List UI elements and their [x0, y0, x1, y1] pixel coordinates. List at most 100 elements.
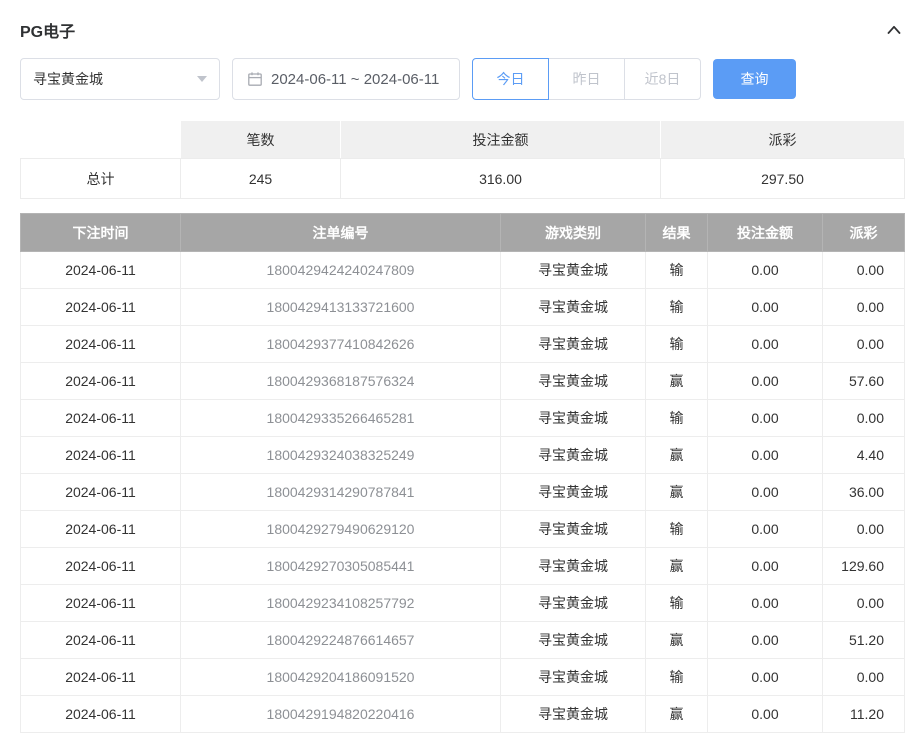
payout-cell: 0.00	[823, 252, 905, 289]
result-cell: 输	[646, 585, 708, 622]
today-button[interactable]: 今日	[472, 58, 549, 100]
bet-amount-cell: 0.00	[708, 252, 823, 289]
order-number-cell: 1800429224876614657	[181, 622, 501, 659]
table-row: 2024-06-111800429413133721600寻宝黄金城输0.000…	[21, 289, 905, 326]
pg-games-panel: PG电子 寻宝黄金城 2024-06-11 ~ 2024-06-11	[0, 0, 924, 733]
table-row: 2024-06-111800429424240247809寻宝黄金城输0.000…	[21, 252, 905, 289]
order-number-cell: 1800429413133721600	[181, 289, 501, 326]
bet-time-cell: 2024-06-11	[21, 696, 181, 733]
bet-amount-cell: 0.00	[708, 659, 823, 696]
summary-count-value: 245	[181, 159, 341, 199]
bet-amount-cell: 0.00	[708, 437, 823, 474]
game-select-value: 寻宝黄金城	[33, 69, 103, 89]
order-number-cell: 1800429424240247809	[181, 252, 501, 289]
bet-time-cell: 2024-06-11	[21, 437, 181, 474]
order-number-cell: 1800429335266465281	[181, 400, 501, 437]
order-number-cell: 1800429324038325249	[181, 437, 501, 474]
chevron-up-icon[interactable]	[884, 20, 904, 40]
records-body: 2024-06-111800429424240247809寻宝黄金城输0.000…	[21, 252, 905, 733]
game-category-cell: 寻宝黄金城	[501, 363, 646, 400]
game-category-cell: 寻宝黄金城	[501, 252, 646, 289]
table-row: 2024-06-111800429224876614657寻宝黄金城赢0.005…	[21, 622, 905, 659]
order-number-cell: 1800429270305085441	[181, 548, 501, 585]
table-row: 2024-06-111800429377410842626寻宝黄金城输0.000…	[21, 326, 905, 363]
bet-time-cell: 2024-06-11	[21, 326, 181, 363]
game-category-cell: 寻宝黄金城	[501, 659, 646, 696]
filter-bar: 寻宝黄金城 2024-06-11 ~ 2024-06-11 今日 昨日 近8日 …	[20, 58, 904, 100]
query-button[interactable]: 查询	[713, 59, 796, 99]
col-header-bet-amount: 投注金额	[708, 214, 823, 252]
quick-range-group: 今日 昨日 近8日	[472, 58, 701, 100]
game-category-cell: 寻宝黄金城	[501, 289, 646, 326]
result-cell: 输	[646, 252, 708, 289]
result-cell: 输	[646, 659, 708, 696]
table-row: 2024-06-111800429324038325249寻宝黄金城赢0.004…	[21, 437, 905, 474]
result-cell: 输	[646, 511, 708, 548]
payout-cell: 4.40	[823, 437, 905, 474]
bet-amount-cell: 0.00	[708, 474, 823, 511]
summary-bet-amount-value: 316.00	[341, 159, 661, 199]
payout-cell: 36.00	[823, 474, 905, 511]
summary-payout-value: 297.50	[661, 159, 905, 199]
date-range-input[interactable]: 2024-06-11 ~ 2024-06-11	[232, 58, 460, 100]
game-category-cell: 寻宝黄金城	[501, 400, 646, 437]
payout-cell: 0.00	[823, 400, 905, 437]
summary-header-blank	[21, 121, 181, 159]
bet-amount-cell: 0.00	[708, 511, 823, 548]
bet-amount-cell: 0.00	[708, 548, 823, 585]
payout-cell: 0.00	[823, 585, 905, 622]
table-row: 2024-06-111800429335266465281寻宝黄金城输0.000…	[21, 400, 905, 437]
payout-cell: 11.20	[823, 696, 905, 733]
result-cell: 赢	[646, 622, 708, 659]
payout-cell: 0.00	[823, 511, 905, 548]
bet-time-cell: 2024-06-11	[21, 400, 181, 437]
summary-header-row: 笔数 投注金额 派彩	[21, 121, 905, 159]
table-row: 2024-06-111800429234108257792寻宝黄金城输0.000…	[21, 585, 905, 622]
bet-time-cell: 2024-06-11	[21, 511, 181, 548]
order-number-cell: 1800429368187576324	[181, 363, 501, 400]
table-row: 2024-06-111800429270305085441寻宝黄金城赢0.001…	[21, 548, 905, 585]
bet-amount-cell: 0.00	[708, 696, 823, 733]
table-row: 2024-06-111800429314290787841寻宝黄金城赢0.003…	[21, 474, 905, 511]
result-cell: 赢	[646, 696, 708, 733]
bet-time-cell: 2024-06-11	[21, 659, 181, 696]
bet-time-cell: 2024-06-11	[21, 622, 181, 659]
game-category-cell: 寻宝黄金城	[501, 437, 646, 474]
result-cell: 赢	[646, 363, 708, 400]
game-category-cell: 寻宝黄金城	[501, 511, 646, 548]
game-category-cell: 寻宝黄金城	[501, 622, 646, 659]
bet-time-cell: 2024-06-11	[21, 363, 181, 400]
col-header-payout: 派彩	[823, 214, 905, 252]
order-number-cell: 1800429314290787841	[181, 474, 501, 511]
bet-records-table: 下注时间 注单编号 游戏类别 结果 投注金额 派彩 2024-06-111800…	[20, 213, 905, 733]
order-number-cell: 1800429204186091520	[181, 659, 501, 696]
bet-time-cell: 2024-06-11	[21, 474, 181, 511]
table-row: 2024-06-111800429194820220416寻宝黄金城赢0.001…	[21, 696, 905, 733]
bet-amount-cell: 0.00	[708, 326, 823, 363]
game-category-cell: 寻宝黄金城	[501, 474, 646, 511]
bet-amount-cell: 0.00	[708, 400, 823, 437]
bet-time-cell: 2024-06-11	[21, 289, 181, 326]
yesterday-button[interactable]: 昨日	[548, 58, 625, 100]
result-cell: 输	[646, 289, 708, 326]
payout-cell: 0.00	[823, 326, 905, 363]
records-header-row: 下注时间 注单编号 游戏类别 结果 投注金额 派彩	[21, 214, 905, 252]
col-header-bet-time: 下注时间	[21, 214, 181, 252]
payout-cell: 51.20	[823, 622, 905, 659]
summary-header-bet-amount: 投注金额	[341, 121, 661, 159]
summary-header-payout: 派彩	[661, 121, 905, 159]
panel-header: PG电子	[20, 12, 904, 58]
last-8-days-button[interactable]: 近8日	[624, 58, 701, 100]
bet-time-cell: 2024-06-11	[21, 585, 181, 622]
bet-time-cell: 2024-06-11	[21, 252, 181, 289]
payout-cell: 0.00	[823, 289, 905, 326]
payout-cell: 0.00	[823, 659, 905, 696]
col-header-order-number: 注单编号	[181, 214, 501, 252]
bet-amount-cell: 0.00	[708, 289, 823, 326]
summary-header-count: 笔数	[181, 121, 341, 159]
order-number-cell: 1800429279490629120	[181, 511, 501, 548]
chevron-down-icon	[197, 76, 207, 82]
game-select[interactable]: 寻宝黄金城	[20, 58, 220, 100]
col-header-result: 结果	[646, 214, 708, 252]
table-row: 2024-06-111800429204186091520寻宝黄金城输0.000…	[21, 659, 905, 696]
